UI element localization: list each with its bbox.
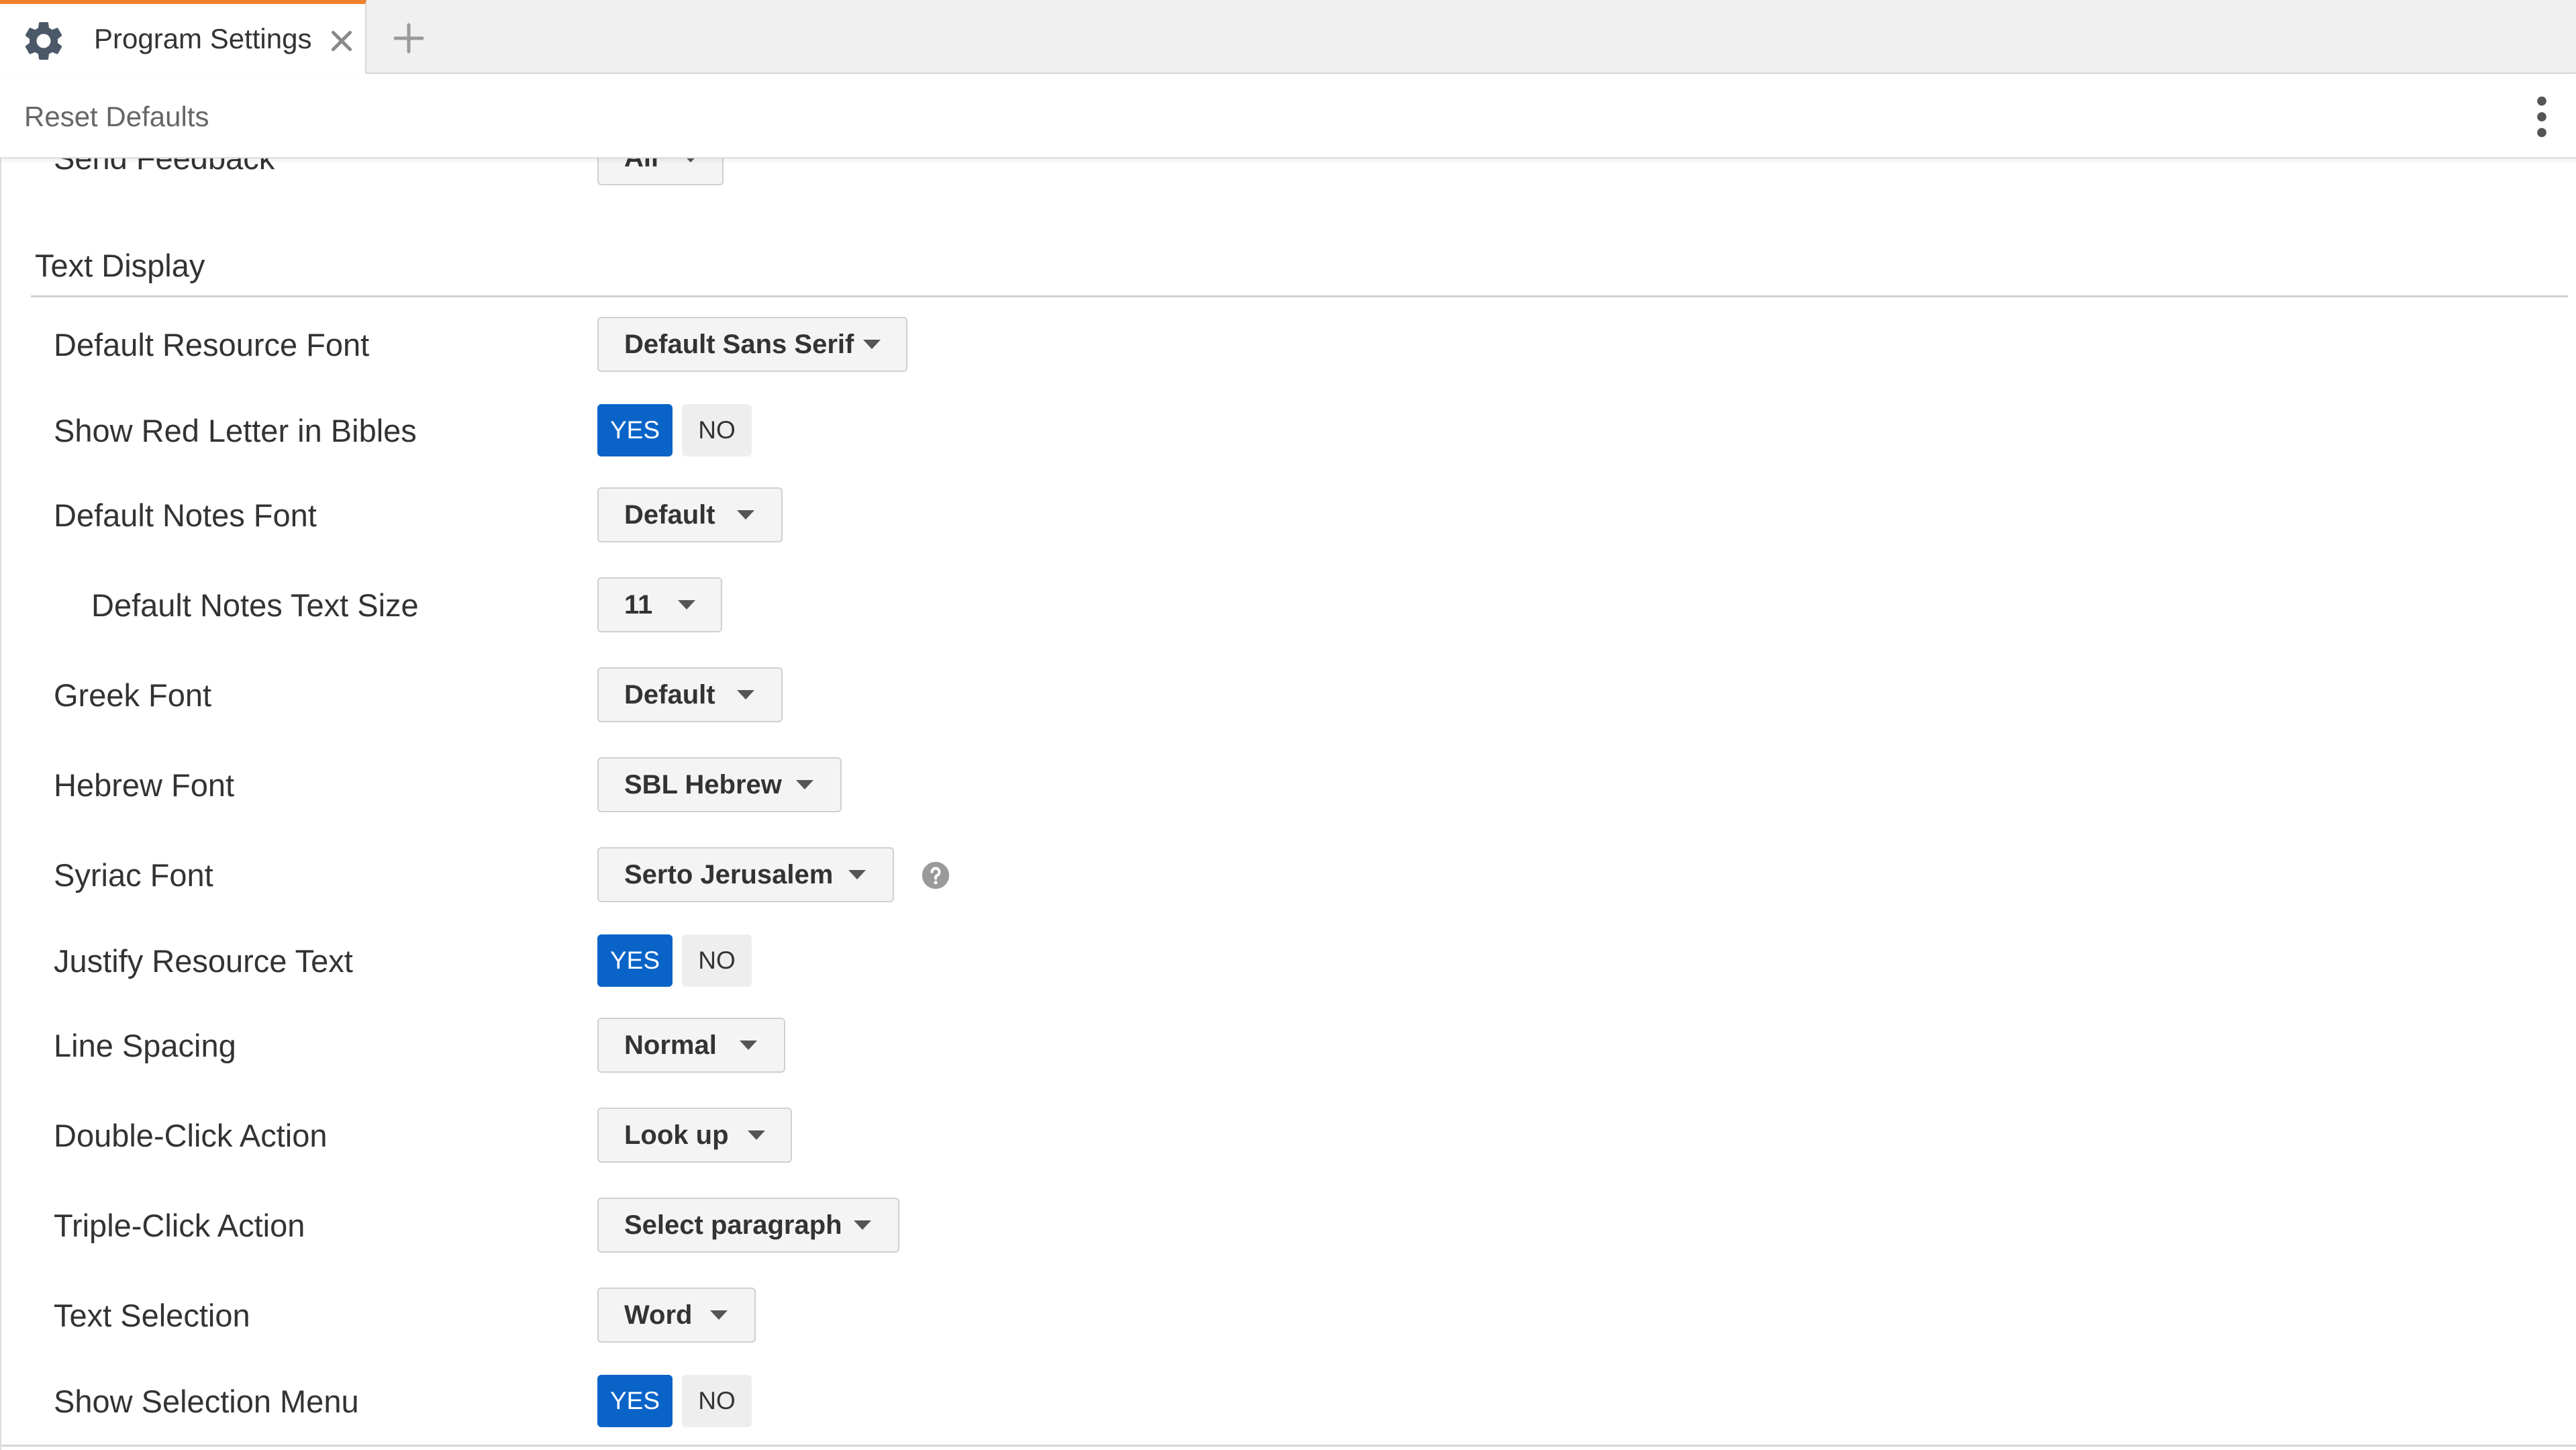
setting-row-line-spacing: Line Spacing Normal — [1, 1018, 2552, 1074]
send-feedback-dropdown[interactable]: All — [597, 158, 724, 185]
dropdown-value: All — [624, 158, 658, 173]
help-icon[interactable] — [921, 861, 950, 890]
setting-row-notes-font: Default Notes Font Default — [1, 487, 2552, 544]
dropdown-value: Default — [624, 680, 715, 710]
settings-toolbar: Reset Defaults — [0, 74, 2576, 158]
setting-label: Greek Font — [54, 677, 212, 713]
settings-content: Send Feedback All Text Display Default R… — [0, 158, 2576, 1450]
setting-label: Default Resource Font — [54, 327, 370, 362]
setting-row-resource-font: Default Resource Font Default Sans Serif — [1, 317, 2552, 373]
section-divider — [31, 295, 2568, 297]
setting-label: Double-Click Action — [54, 1118, 328, 1153]
caret-down-icon — [748, 1130, 765, 1140]
line-spacing-dropdown[interactable]: Normal — [597, 1018, 785, 1073]
caret-down-icon — [737, 510, 754, 520]
setting-label: Syriac Font — [54, 857, 213, 893]
dropdown-value: Serto Jerusalem — [624, 860, 834, 889]
gear-icon — [25, 21, 62, 60]
plus-icon[interactable] — [392, 21, 426, 55]
hebrew-font-dropdown[interactable]: SBL Hebrew — [597, 757, 842, 812]
tab-title: Program Settings — [94, 23, 312, 54]
setting-label: Triple-Click Action — [54, 1208, 305, 1243]
yes-button[interactable]: YES — [597, 934, 673, 987]
dropdown-value: Normal — [624, 1030, 717, 1060]
greek-font-dropdown[interactable]: Default — [597, 667, 783, 722]
setting-row-selection-menu: Show Selection Menu YES NO — [1, 1373, 2552, 1430]
dropdown-value: Word — [624, 1300, 693, 1330]
setting-label: Show Selection Menu — [54, 1384, 359, 1419]
setting-row-triple-click: Triple-Click Action Select paragraph — [1, 1198, 2552, 1254]
close-icon[interactable] — [328, 27, 356, 55]
tab-program-settings[interactable]: Program Settings — [0, 0, 366, 75]
notes-size-dropdown[interactable]: 11 — [597, 577, 722, 632]
notes-font-dropdown[interactable]: Default — [597, 487, 783, 542]
setting-row-send-feedback: Send Feedback All — [1, 158, 2552, 187]
setting-label: Default Notes Text Size — [91, 587, 419, 623]
caret-down-icon — [796, 780, 813, 789]
caret-down-icon — [854, 1220, 871, 1230]
no-button[interactable]: NO — [682, 404, 752, 456]
caret-down-icon — [848, 870, 866, 879]
dropdown-value: 11 — [624, 590, 653, 620]
setting-row-text-selection: Text Selection Word — [1, 1288, 2552, 1344]
section-title: Text Display — [35, 248, 205, 283]
setting-label: Send Feedback — [54, 158, 275, 177]
dropdown-value: Default — [624, 500, 715, 530]
program-settings-window: Program Settings Reset Defaults Send Fee… — [0, 0, 2576, 1450]
tab-bar: Program Settings — [0, 0, 2576, 75]
setting-row-hebrew-font: Hebrew Font SBL Hebrew — [1, 757, 2552, 814]
no-button[interactable]: NO — [682, 934, 752, 987]
dropdown-value: Default Sans Serif — [624, 330, 854, 359]
setting-label: Show Red Letter in Bibles — [54, 413, 417, 448]
no-button[interactable]: NO — [682, 1375, 752, 1427]
setting-row-red-letter: Show Red Letter in Bibles YES NO — [1, 403, 2552, 459]
double-click-dropdown[interactable]: Look up — [597, 1108, 792, 1163]
triple-click-dropdown[interactable]: Select paragraph — [597, 1198, 899, 1253]
dropdown-value: Look up — [624, 1120, 729, 1150]
more-vertical-icon[interactable] — [2532, 95, 2552, 138]
reset-defaults-button[interactable]: Reset Defaults — [24, 99, 209, 134]
resource-font-dropdown[interactable]: Default Sans Serif — [597, 317, 907, 372]
caret-down-icon — [863, 340, 881, 349]
setting-label: Text Selection — [54, 1298, 250, 1333]
setting-row-greek-font: Greek Font Default — [1, 667, 2552, 724]
caret-down-icon — [682, 158, 699, 162]
caret-down-icon — [740, 1041, 757, 1050]
caret-down-icon — [678, 600, 695, 610]
dropdown-value: Select paragraph — [624, 1210, 842, 1240]
setting-row-notes-size: Default Notes Text Size 11 — [1, 577, 2552, 634]
yes-button[interactable]: YES — [597, 404, 673, 456]
dropdown-value: SBL Hebrew — [624, 770, 782, 800]
setting-row-syriac-font: Syriac Font Serto Jerusalem — [1, 847, 2552, 904]
setting-label: Default Notes Font — [54, 497, 317, 533]
text-selection-dropdown[interactable]: Word — [597, 1288, 756, 1343]
syriac-font-dropdown[interactable]: Serto Jerusalem — [597, 847, 894, 902]
setting-row-justify: Justify Resource Text YES NO — [1, 933, 2552, 989]
setting-row-double-click: Double-Click Action Look up — [1, 1108, 2552, 1164]
caret-down-icon — [710, 1310, 728, 1320]
setting-label: Hebrew Font — [54, 767, 235, 803]
caret-down-icon — [737, 690, 754, 699]
setting-label: Justify Resource Text — [54, 943, 353, 979]
bottom-divider — [1, 1445, 2576, 1447]
setting-label: Line Spacing — [54, 1028, 236, 1063]
yes-button[interactable]: YES — [597, 1375, 673, 1427]
